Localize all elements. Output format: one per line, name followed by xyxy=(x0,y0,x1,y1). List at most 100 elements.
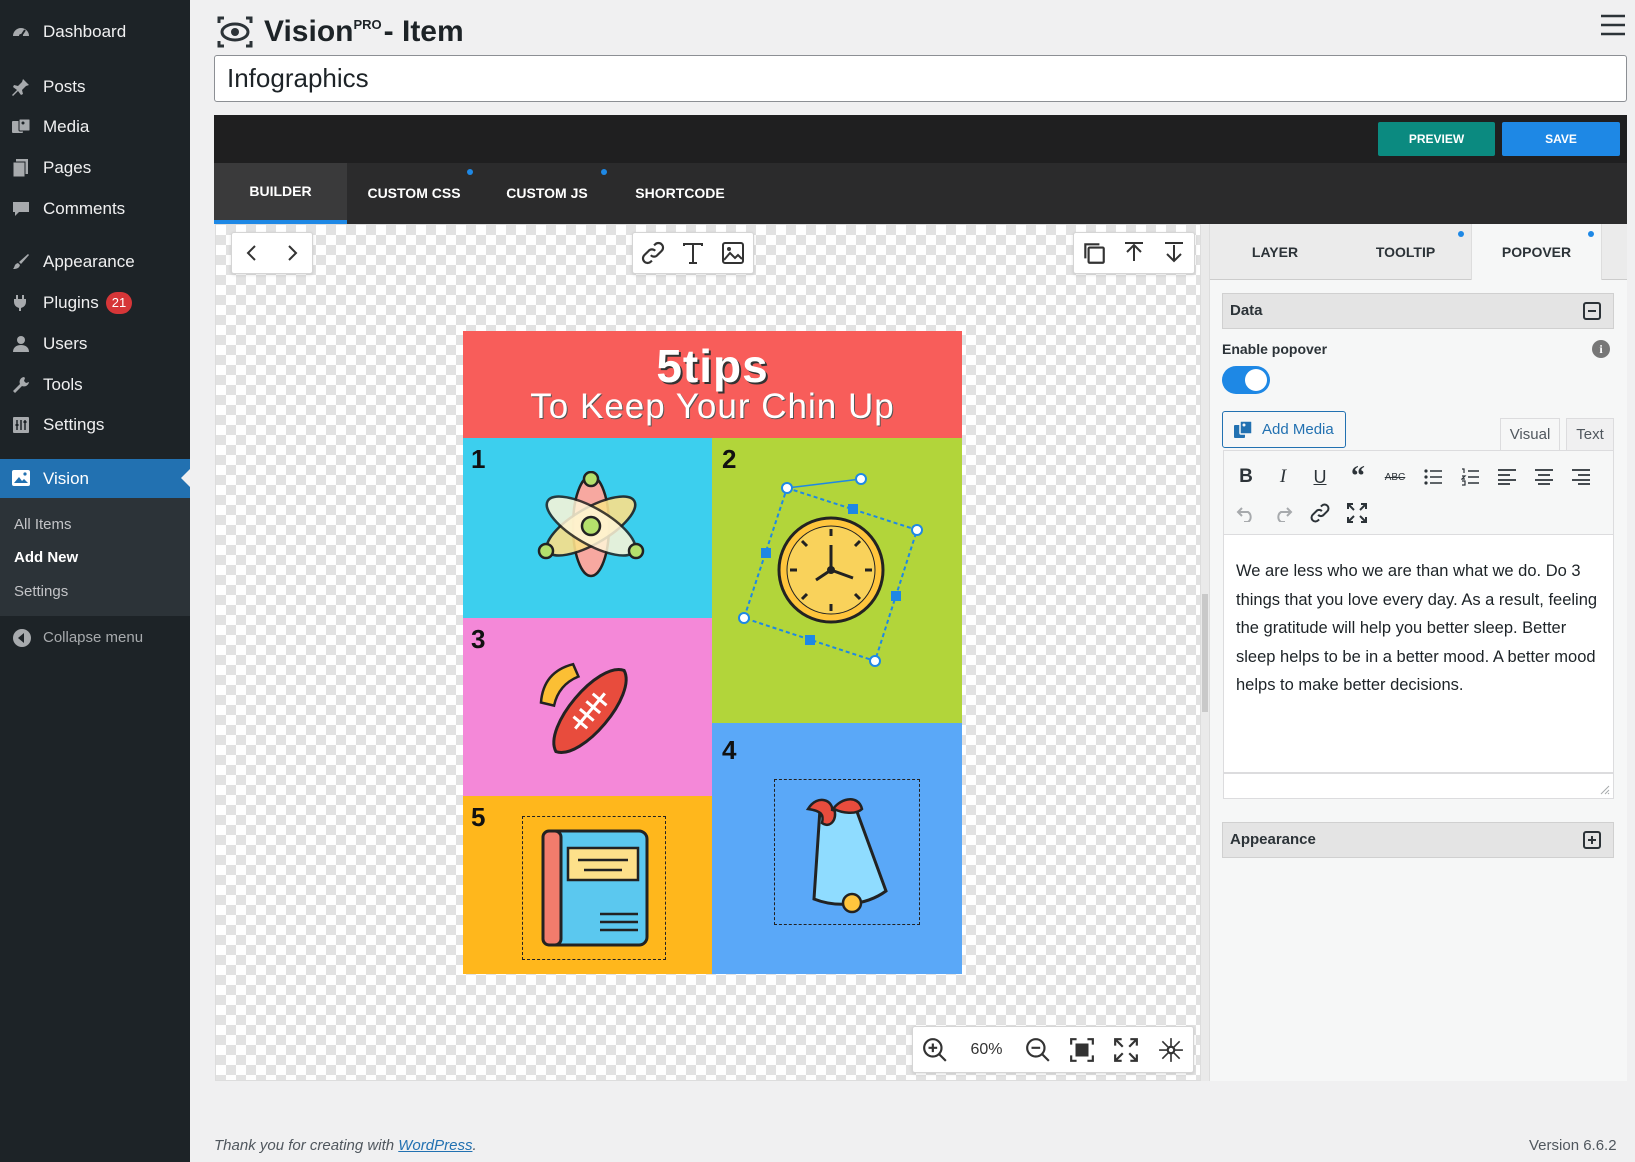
menu-item-vision[interactable]: Vision xyxy=(0,459,190,499)
tab-custom-js[interactable]: CUSTOM JS xyxy=(481,163,613,224)
submenu-settings[interactable]: Settings xyxy=(14,583,68,600)
popover-content-editor[interactable]: We are less who we are than what we do. … xyxy=(1223,535,1614,773)
wordpress-link[interactable]: WordPress xyxy=(398,1137,472,1154)
italic-icon[interactable]: I xyxy=(1269,463,1297,491)
copy-icon[interactable] xyxy=(1079,238,1109,268)
appearance-section-header[interactable]: Appearance xyxy=(1222,822,1614,858)
insert-link-icon[interactable] xyxy=(1306,499,1334,527)
menu-item-dashboard[interactable]: Dashboard xyxy=(0,13,190,51)
tab-custom-css[interactable]: CUSTOM CSS xyxy=(348,163,480,224)
menu-label-users: Users xyxy=(43,334,88,353)
underline-icon[interactable]: U xyxy=(1306,463,1334,491)
redo-icon[interactable] xyxy=(1269,499,1297,527)
book-icon[interactable] xyxy=(540,828,650,948)
data-section-header[interactable]: Data xyxy=(1222,293,1614,329)
menu-item-posts[interactable]: Posts xyxy=(0,68,190,106)
menu-item-users[interactable]: Users xyxy=(0,325,190,363)
fit-screen-icon[interactable] xyxy=(1067,1035,1097,1065)
infographic-image[interactable]: 5tips To Keep Your Chin Up 1 2 3 4 5 xyxy=(463,331,962,974)
bell-icon[interactable] xyxy=(790,789,900,919)
menu-label-comments: Comments xyxy=(43,199,126,218)
plugin-icon xyxy=(11,293,31,313)
fullscreen-icon[interactable] xyxy=(1111,1035,1141,1065)
menu-item-comments[interactable]: Comments xyxy=(0,190,190,228)
menu-item-media[interactable]: Media xyxy=(0,108,190,146)
infographic-banner: 5tips To Keep Your Chin Up xyxy=(463,331,962,438)
panel-tab-popover[interactable]: POPOVER xyxy=(1471,224,1602,280)
bullet-list-icon[interactable] xyxy=(1419,463,1447,491)
menu-label-plugins: Plugins xyxy=(43,293,99,312)
collapse-section-icon[interactable] xyxy=(1583,302,1601,320)
preview-button[interactable]: PREVIEW xyxy=(1378,122,1495,156)
zoom-in-icon[interactable] xyxy=(920,1035,950,1065)
align-right-icon[interactable] xyxy=(1567,463,1595,491)
page-title: Vision PRO - Item xyxy=(216,12,464,52)
item-title-input[interactable] xyxy=(214,55,1627,102)
menu-item-pages[interactable]: Pages xyxy=(0,149,190,187)
page-title-super: PRO xyxy=(353,16,382,32)
panel-tab-layer[interactable]: LAYER xyxy=(1210,224,1340,280)
info-icon[interactable]: i xyxy=(1592,340,1610,358)
expand-section-icon[interactable] xyxy=(1583,831,1601,849)
image-icon[interactable] xyxy=(718,238,748,268)
zoom-out-icon[interactable] xyxy=(1023,1035,1053,1065)
add-media-button[interactable]: Add Media xyxy=(1222,411,1346,448)
align-left-icon[interactable] xyxy=(1493,463,1521,491)
editor-text-tab[interactable]: Text xyxy=(1566,418,1614,450)
menu-item-appearance[interactable]: Appearance xyxy=(0,243,190,281)
selection-box[interactable] xyxy=(712,438,962,688)
cell-number-1: 1 xyxy=(471,444,486,474)
resize-handle-icon[interactable] xyxy=(1600,785,1610,795)
cell-number-3: 3 xyxy=(471,624,486,654)
layer-toolgroup xyxy=(1073,232,1195,274)
align-center-icon[interactable] xyxy=(1530,463,1558,491)
editor-visual-tab[interactable]: Visual xyxy=(1500,418,1560,450)
panel-tab-tooltip[interactable]: TOOLTIP xyxy=(1340,224,1471,280)
distraction-free-icon[interactable] xyxy=(1343,499,1371,527)
zoom-toolgroup: 60% xyxy=(912,1026,1194,1073)
undo-icon[interactable] xyxy=(1232,499,1260,527)
numbered-list-icon[interactable] xyxy=(1456,463,1484,491)
undo-arrow-left-icon[interactable] xyxy=(237,238,267,268)
panel-tab-filler xyxy=(1602,224,1627,280)
save-button[interactable]: SAVE xyxy=(1502,122,1620,156)
page-title-prefix: Vision xyxy=(264,15,354,48)
infographic-cell-5: 5 xyxy=(463,796,712,974)
wrench-icon xyxy=(11,375,31,395)
redo-arrow-right-icon[interactable] xyxy=(277,238,307,268)
data-section-title: Data xyxy=(1230,302,1263,319)
cell-number-4: 4 xyxy=(722,735,737,765)
menu-item-plugins[interactable]: Plugins 21 xyxy=(0,284,190,322)
hamburger-menu-icon[interactable] xyxy=(1600,14,1626,36)
dashboard-icon xyxy=(11,22,31,42)
text-icon[interactable] xyxy=(678,238,708,268)
collapse-menu-button[interactable]: Collapse menu xyxy=(0,623,190,653)
enable-popover-toggle[interactable] xyxy=(1222,366,1270,394)
menu-item-settings[interactable]: Settings xyxy=(0,406,190,444)
center-view-icon[interactable] xyxy=(1156,1035,1186,1065)
bold-icon[interactable]: B xyxy=(1232,463,1260,491)
submenu-all-items[interactable]: All Items xyxy=(14,516,72,533)
settings-icon xyxy=(11,415,31,435)
panel-splitter-handle[interactable] xyxy=(1202,594,1208,712)
toggle-knob xyxy=(1245,369,1267,391)
blockquote-icon[interactable]: “ xyxy=(1344,461,1372,492)
football-icon[interactable] xyxy=(535,656,645,766)
atom-icon[interactable] xyxy=(536,471,646,581)
editor-toolbar: B I U “ ABC xyxy=(1223,450,1614,535)
infographic-cell-1: 1 xyxy=(463,438,712,618)
link-icon[interactable] xyxy=(638,238,668,268)
menu-item-tools[interactable]: Tools xyxy=(0,366,190,404)
infographic-cell-3: 3 xyxy=(463,618,712,796)
page-title-suffix: - Item xyxy=(383,15,464,48)
menu-label-settings: Settings xyxy=(43,415,105,434)
infographic-cell-4: 4 xyxy=(712,723,962,974)
tab-custom-js-dot xyxy=(601,169,607,175)
infographic-subtitle: To Keep Your Chin Up xyxy=(530,387,895,426)
move-down-icon[interactable] xyxy=(1159,238,1189,268)
move-up-icon[interactable] xyxy=(1119,238,1149,268)
tab-builder[interactable]: BUILDER xyxy=(214,163,347,224)
tab-shortcode[interactable]: SHORTCODE xyxy=(614,163,746,224)
strikethrough-icon[interactable]: ABC xyxy=(1381,463,1409,491)
submenu-add-new[interactable]: Add New xyxy=(14,549,78,566)
